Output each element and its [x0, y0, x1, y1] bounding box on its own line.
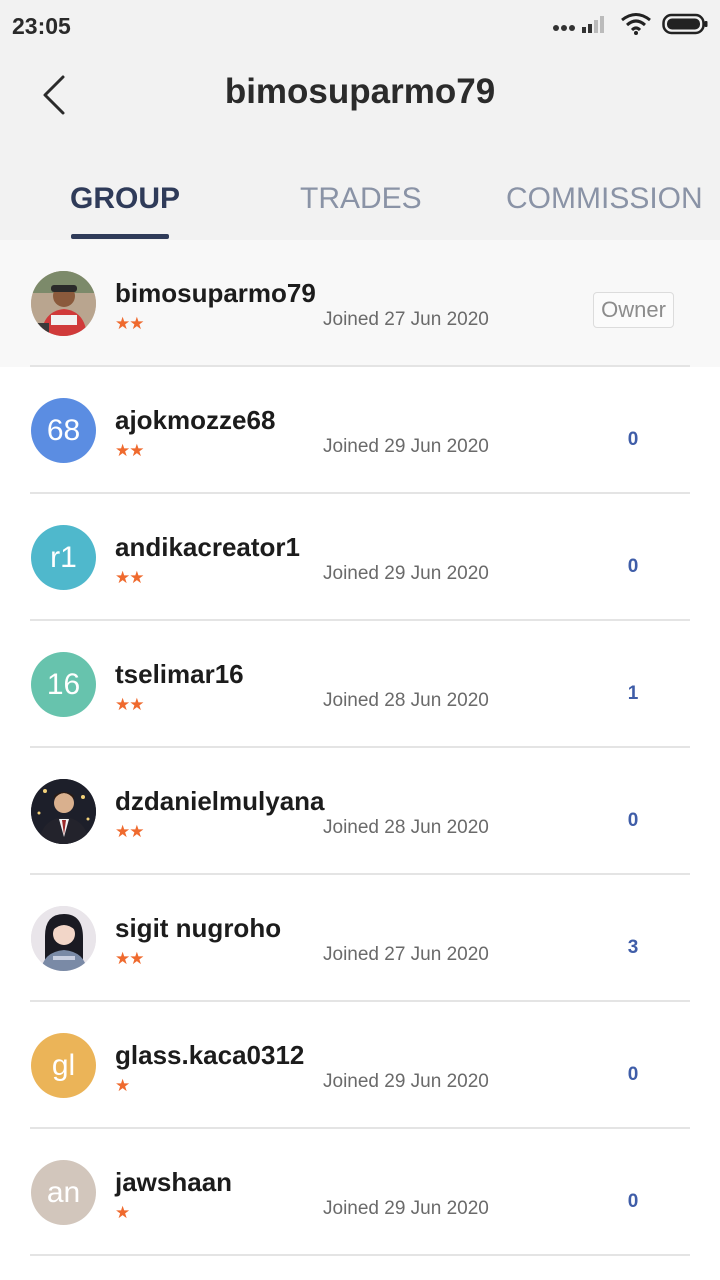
member-count: 0	[627, 810, 639, 831]
rating-stars: ★★	[115, 949, 145, 968]
member-name: jawshaan	[115, 1167, 233, 1197]
battery-icon	[662, 13, 708, 40]
rating-stars: ★★	[115, 441, 145, 460]
list-item[interactable]: 16 tselimar16 ★★ Joined 28 Jun 2020 1	[0, 621, 720, 748]
joined-date: Joined 27 Jun 2020	[323, 309, 489, 330]
member-name: tselimar16	[115, 659, 244, 689]
tab-trades[interactable]: TRADES	[300, 182, 422, 222]
joined-date: Joined 28 Jun 2020	[323, 817, 489, 838]
rating-stars: ★	[115, 1203, 130, 1222]
joined-date: Joined 28 Jun 2020	[323, 690, 489, 711]
list-item[interactable]: r1 andikacreator1 ★★ Joined 29 Jun 2020 …	[0, 494, 720, 621]
list-item[interactable]: 68 ajokmozze68 ★★ Joined 29 Jun 2020 0	[0, 367, 720, 494]
list-item[interactable]: dzdanielmulyana ★★ Joined 28 Jun 2020 0	[0, 748, 720, 875]
list-item[interactable]: bimosuparmo79 ★★ Joined 27 Jun 2020 Owne…	[0, 240, 720, 367]
member-count: 0	[627, 1064, 639, 1085]
joined-date: Joined 29 Jun 2020	[323, 563, 489, 584]
list-item[interactable]: sigit nugroho ★★ Joined 27 Jun 2020 3	[0, 875, 720, 1002]
wifi-icon	[620, 12, 652, 41]
member-count: 1	[627, 683, 639, 704]
joined-date: Joined 27 Jun 2020	[323, 944, 489, 965]
list-item[interactable]: gl glass.kaca0312 ★ Joined 29 Jun 2020 0	[0, 1002, 720, 1129]
member-count: 0	[627, 429, 639, 450]
user-photo-icon	[31, 779, 96, 844]
member-name: bimosuparmo79	[115, 278, 316, 308]
member-name: dzdanielmulyana	[115, 786, 325, 816]
member-name: ajokmozze68	[115, 405, 276, 435]
avatar: 68	[31, 398, 96, 463]
avatar: r1	[31, 525, 96, 590]
status-time: 23:05	[12, 13, 71, 39]
user-photo-icon	[31, 271, 96, 336]
rating-stars: ★★	[115, 314, 145, 333]
divider	[30, 1254, 690, 1256]
rating-stars: ★★	[115, 822, 145, 841]
status-bar: 23:05	[0, 0, 720, 52]
joined-date: Joined 29 Jun 2020	[323, 1071, 489, 1092]
avatar: an	[31, 1160, 96, 1225]
member-name: glass.kaca0312	[115, 1040, 305, 1070]
page-title: bimosuparmo79	[224, 72, 496, 111]
member-name: andikacreator1	[115, 532, 300, 562]
header: bimosuparmo79 GROUP TRADES COMMISSION	[0, 52, 720, 240]
rating-stars: ★★	[115, 695, 145, 714]
tab-group[interactable]: GROUP	[70, 182, 180, 222]
avatar: gl	[31, 1033, 96, 1098]
joined-date: Joined 29 Jun 2020	[323, 436, 489, 457]
status-icons	[552, 12, 708, 41]
rating-stars: ★	[115, 1076, 130, 1095]
active-tab-indicator	[71, 234, 169, 239]
joined-date: Joined 29 Jun 2020	[323, 1198, 489, 1219]
member-count: 3	[627, 937, 639, 958]
member-count: 0	[627, 556, 639, 577]
owner-badge: Owner	[593, 292, 674, 328]
member-count: 0	[627, 1191, 639, 1212]
rating-stars: ★★	[115, 568, 145, 587]
tab-commission[interactable]: COMMISSION	[506, 182, 703, 222]
user-photo-icon	[31, 906, 96, 971]
list-item[interactable]: an jawshaan ★ Joined 29 Jun 2020 0	[0, 1129, 720, 1256]
avatar: 16	[31, 652, 96, 717]
member-name: sigit nugroho	[115, 913, 282, 943]
member-list: bimosuparmo79 ★★ Joined 27 Jun 2020 Owne…	[0, 240, 720, 1256]
signal-icon	[552, 13, 610, 40]
